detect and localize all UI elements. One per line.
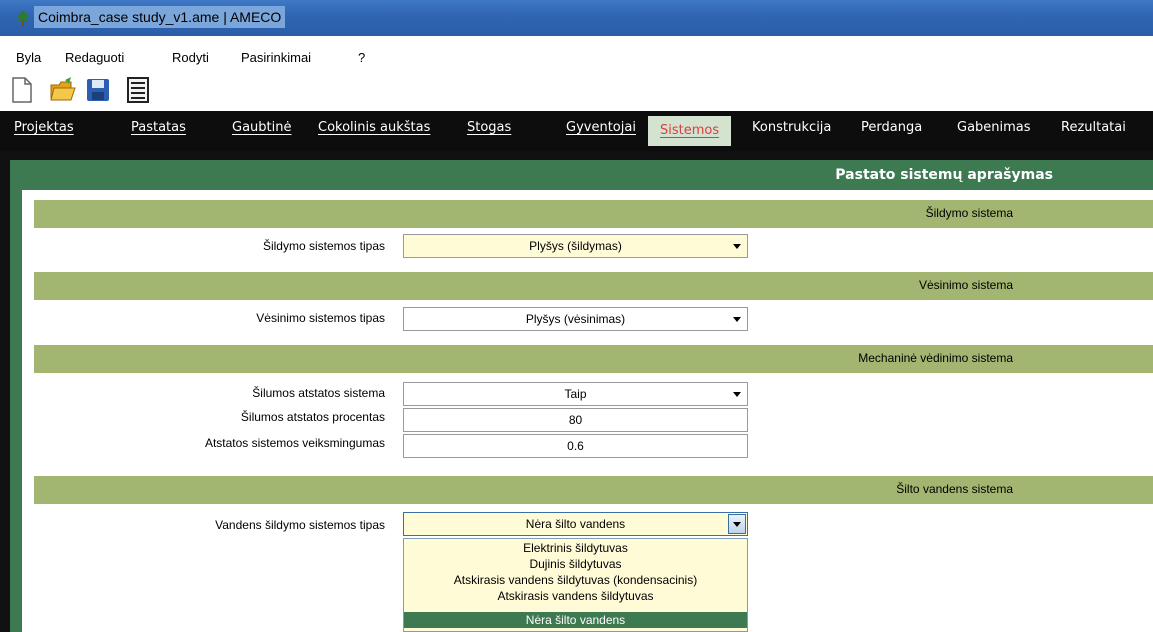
heat-recovery-label: Šilumos atstatos sistema — [252, 386, 385, 400]
tab-perdanga[interactable]: Perdanga — [861, 120, 922, 135]
heating-type-select[interactable]: Plyšys (šildymas) — [403, 234, 748, 258]
option-gas-heater[interactable]: Dujinis šildytuvas — [404, 556, 747, 572]
section-cooling-title: Vėsinimo sistema — [918, 278, 1013, 292]
toolbar — [0, 72, 1153, 108]
heat-recovery-value: Taip — [564, 387, 587, 401]
water-heating-type-label: Vandens šildymo sistemos tipas — [215, 518, 385, 532]
chevron-down-icon — [733, 522, 741, 527]
option-separate-condensing-heater[interactable]: Atskirasis vandens šildytuvas (kondensac… — [404, 572, 747, 588]
option-separate-heater[interactable]: Atskirasis vandens šildytuvas — [404, 588, 747, 604]
tab-projektas[interactable]: Projektas — [14, 120, 74, 135]
menu-pasirinkimai[interactable]: Pasirinkimai — [241, 50, 311, 65]
tab-konstrukcija[interactable]: Konstrukcija — [752, 120, 831, 135]
recovery-efficiency-input[interactable]: 0.6 — [403, 434, 748, 458]
cooling-type-value: Plyšys (vėsinimas) — [525, 312, 626, 326]
section-hot-water-header: Šilto vandens sistema — [34, 476, 1153, 504]
menu-bar: Byla Redaguoti Rodyti Pasirinkimai ? — [0, 42, 1153, 72]
menu-rodyti[interactable]: Rodyti — [172, 50, 209, 65]
tab-gabenimas[interactable]: Gabenimas — [957, 120, 1031, 135]
window-title: Coimbra_case study_v1.ame | AMECO — [38, 9, 282, 25]
tab-gyventojai[interactable]: Gyventojai — [566, 120, 636, 135]
panel-title-text: Pastato sistemų aprašymas — [835, 167, 1053, 183]
new-file-icon[interactable] — [8, 76, 36, 104]
save-icon[interactable] — [84, 76, 112, 104]
open-folder-icon[interactable] — [49, 76, 77, 104]
chevron-down-icon — [733, 244, 741, 249]
cooling-type-label: Vėsinimo sistemos tipas — [256, 311, 385, 325]
chevron-down-icon — [733, 392, 741, 397]
section-cooling-header: Vėsinimo sistema — [34, 272, 1153, 300]
water-heating-type-select[interactable]: Nėra šilto vandens — [403, 512, 748, 536]
tab-rezultatai[interactable]: Rezultatai — [1061, 120, 1126, 135]
cooling-type-select[interactable]: Plyšys (vėsinimas) — [403, 307, 748, 331]
water-heating-type-value: Nėra šilto vandens — [525, 517, 626, 531]
option-electric-heater[interactable]: Elektrinis šildytuvas — [404, 540, 747, 556]
menu-redaguoti[interactable]: Redaguoti — [65, 50, 124, 65]
section-ventilation-header: Mechaninė vėdinimo sistema — [34, 345, 1153, 373]
document-list-icon[interactable] — [124, 76, 152, 104]
tab-cokolinis-aukstas[interactable]: Cokolinis aukštas — [318, 120, 430, 135]
tab-stogas[interactable]: Stogas — [467, 120, 511, 135]
option-no-hot-water[interactable]: Nėra šilto vandens — [404, 612, 747, 628]
heat-recovery-percent-label: Šilumos atstatos procentas — [240, 410, 385, 424]
heating-type-value: Plyšys (šildymas) — [529, 239, 622, 253]
section-ventilation-title: Mechaninė vėdinimo sistema — [858, 351, 1013, 365]
water-heating-options-list: Elektrinis šildytuvas Dujinis šildytuvas… — [403, 538, 748, 632]
title-text-wrap: Coimbra_case study_v1.ame | AMECO — [34, 6, 286, 28]
section-hot-water-title: Šilto vandens sistema — [896, 482, 1013, 496]
panel-title: Pastato sistemų aprašymas — [22, 162, 1153, 190]
tab-sistemos[interactable]: Sistemos — [648, 116, 732, 146]
menu-help[interactable]: ? — [358, 50, 365, 65]
recovery-efficiency-value: 0.6 — [567, 439, 584, 453]
section-heating-header: Šildymo sistema — [34, 200, 1153, 228]
heat-recovery-percent-value: 80 — [568, 413, 583, 427]
recovery-efficiency-label: Atstatos sistemos veiksmingumas — [204, 436, 385, 450]
chevron-down-icon — [733, 317, 741, 322]
tab-pastatas[interactable]: Pastatas — [131, 120, 186, 135]
heat-recovery-percent-input[interactable]: 80 — [403, 408, 748, 432]
app-tree-icon — [17, 10, 29, 26]
menu-byla[interactable]: Byla — [16, 50, 41, 65]
section-heating-title: Šildymo sistema — [925, 206, 1013, 220]
dropdown-button[interactable] — [728, 514, 746, 534]
heat-recovery-select[interactable]: Taip — [403, 382, 748, 406]
tab-gaubtine[interactable]: Gaubtinė — [232, 120, 291, 135]
heating-type-label: Šildymo sistemos tipas — [262, 239, 385, 253]
title-bar: Coimbra_case study_v1.ame | AMECO — [0, 0, 1153, 36]
